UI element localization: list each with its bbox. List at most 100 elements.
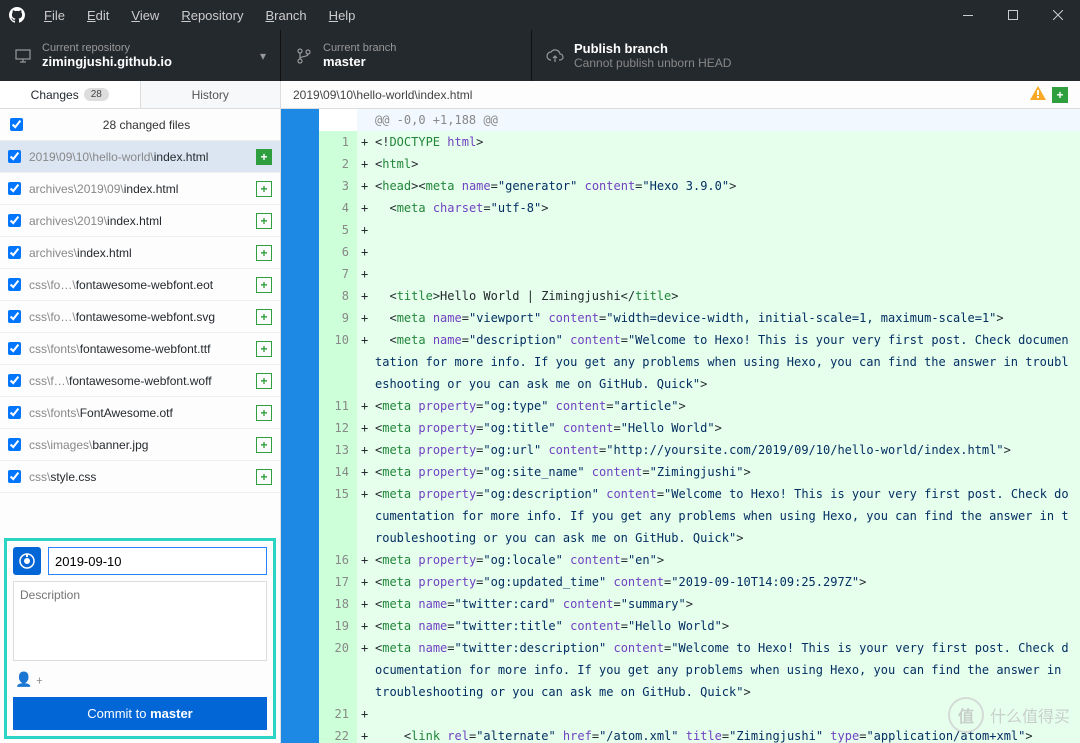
code-line: 6+ <box>281 241 1080 263</box>
tab-changes[interactable]: Changes28 <box>0 81 141 108</box>
code-line: 21+ <box>281 703 1080 725</box>
code-line: 7+ <box>281 263 1080 285</box>
commit-button[interactable]: Commit to master <box>13 697 267 730</box>
file-row[interactable]: css\style.css+ <box>0 461 280 493</box>
commit-form: 👤﹢ Commit to master <box>4 538 276 739</box>
file-row[interactable]: css\images\banner.jpg+ <box>0 429 280 461</box>
code-line: 10+ <meta name="description" content="We… <box>281 329 1080 395</box>
code-line: 5+ <box>281 219 1080 241</box>
file-checkbox[interactable] <box>8 150 21 163</box>
commit-description-input[interactable] <box>13 581 267 661</box>
file-row[interactable]: archives\index.html+ <box>0 237 280 269</box>
menu-file[interactable]: File <box>34 4 75 27</box>
menu-edit[interactable]: Edit <box>77 4 119 27</box>
publish-branch-button[interactable]: Publish branchCannot publish unborn HEAD <box>532 30 743 81</box>
file-checkbox[interactable] <box>8 182 21 195</box>
file-row[interactable]: css\fo…\fontawesome-webfont.svg+ <box>0 301 280 333</box>
publish-sub: Cannot publish unborn HEAD <box>574 56 731 70</box>
file-checkbox[interactable] <box>8 374 21 387</box>
toolbar: Current repositoryzimingjushi.github.io … <box>0 30 1080 81</box>
file-path: archives\index.html <box>29 246 256 260</box>
github-logo-icon <box>0 7 34 23</box>
file-row[interactable]: css\f…\fontawesome-webfont.woff+ <box>0 365 280 397</box>
menu-branch[interactable]: Branch <box>255 4 316 27</box>
code-line: 16+<meta property="og:locale" content="e… <box>281 549 1080 571</box>
file-path: css\fonts\FontAwesome.otf <box>29 406 256 420</box>
code-line: 19+<meta name="twitter:title" content="H… <box>281 615 1080 637</box>
changes-header-text: 28 changed files <box>23 118 270 132</box>
branch-label: Current branch <box>323 42 396 54</box>
file-status-icon: + <box>256 277 272 293</box>
close-button[interactable] <box>1035 0 1080 30</box>
cloud-up-icon <box>544 49 566 63</box>
code-line: 3+<head><meta name="generator" content="… <box>281 175 1080 197</box>
file-status-icon: + <box>256 245 272 261</box>
file-checkbox[interactable] <box>8 278 21 291</box>
code-line: 12+<meta property="og:title" content="He… <box>281 417 1080 439</box>
warning-icon[interactable] <box>1030 86 1046 103</box>
changes-header: 28 changed files <box>0 109 280 141</box>
file-status-icon: + <box>256 373 272 389</box>
file-checkbox[interactable] <box>8 342 21 355</box>
diff-file-path: 2019\09\10\hello-world\index.html <box>293 88 472 102</box>
code-line: 1+<!DOCTYPE html> <box>281 131 1080 153</box>
menu-repository[interactable]: Repository <box>171 4 253 27</box>
code-line: 18+<meta name="twitter:card" content="su… <box>281 593 1080 615</box>
file-row[interactable]: css\fo…\fontawesome-webfont.eot+ <box>0 269 280 301</box>
file-checkbox[interactable] <box>8 246 21 259</box>
file-path: archives\2019\09\index.html <box>29 182 256 196</box>
diff-body[interactable]: @@ -0,0 +1,188 @@1+<!DOCTYPE html>2+<htm… <box>281 109 1080 743</box>
sidebar-tabs: Changes28 History <box>0 81 280 109</box>
file-row[interactable]: archives\2019\09\index.html+ <box>0 173 280 205</box>
file-checkbox[interactable] <box>8 470 21 483</box>
file-status-icon: + <box>256 437 272 453</box>
file-checkbox[interactable] <box>8 310 21 323</box>
code-line: 14+<meta property="og:site_name" content… <box>281 461 1080 483</box>
file-added-icon: + <box>1052 87 1068 103</box>
code-line: 11+<meta property="og:type" content="art… <box>281 395 1080 417</box>
window-controls <box>945 0 1080 30</box>
file-row[interactable]: 2019\09\10\hello-world\index.html+ <box>0 141 280 173</box>
code-line: 9+ <meta name="viewport" content="width=… <box>281 307 1080 329</box>
current-repository-dropdown[interactable]: Current repositoryzimingjushi.github.io … <box>0 30 281 81</box>
code-line: 20+<meta name="twitter:description" cont… <box>281 637 1080 703</box>
file-checkbox[interactable] <box>8 406 21 419</box>
minimize-button[interactable] <box>945 0 990 30</box>
tab-history[interactable]: History <box>141 81 281 108</box>
file-path: css\fo…\fontawesome-webfont.svg <box>29 310 256 324</box>
file-list: 2019\09\10\hello-world\index.html+archiv… <box>0 141 280 493</box>
code-line: 4+ <meta charset="utf-8"> <box>281 197 1080 219</box>
file-path: css\f…\fontawesome-webfont.woff <box>29 374 256 388</box>
chevron-down-icon: ▾ <box>260 49 266 63</box>
file-status-icon: + <box>256 181 272 197</box>
file-row[interactable]: css\fonts\FontAwesome.otf+ <box>0 397 280 429</box>
diff-header: 2019\09\10\hello-world\index.html + <box>281 81 1080 109</box>
branch-value: master <box>323 54 396 69</box>
menu-help[interactable]: Help <box>319 4 366 27</box>
file-status-icon: + <box>256 309 272 325</box>
code-line: 17+<meta property="og:updated_time" cont… <box>281 571 1080 593</box>
code-line: 22+ <link rel="alternate" href="/atom.xm… <box>281 725 1080 743</box>
file-checkbox[interactable] <box>8 438 21 451</box>
add-coauthor-button[interactable]: 👤﹢ <box>13 667 267 691</box>
code-line: 15+<meta property="og:description" conte… <box>281 483 1080 549</box>
file-checkbox[interactable] <box>8 214 21 227</box>
maximize-button[interactable] <box>990 0 1035 30</box>
select-all-checkbox[interactable] <box>10 118 23 131</box>
avatar <box>13 547 41 575</box>
file-status-icon: + <box>256 469 272 485</box>
file-row[interactable]: archives\2019\index.html+ <box>0 205 280 237</box>
menu-view[interactable]: View <box>121 4 169 27</box>
file-row[interactable]: css\fonts\fontawesome-webfont.ttf+ <box>0 333 280 365</box>
code-line: 8+ <title>Hello World | Zimingjushi</tit… <box>281 285 1080 307</box>
commit-summary-input[interactable] <box>48 547 267 575</box>
diff-panel: 2019\09\10\hello-world\index.html + @@ -… <box>281 81 1080 743</box>
file-path: css\fo…\fontawesome-webfont.eot <box>29 278 256 292</box>
file-status-icon: + <box>256 213 272 229</box>
file-path: css\images\banner.jpg <box>29 438 256 452</box>
file-status-icon: + <box>256 405 272 421</box>
file-path: archives\2019\index.html <box>29 214 256 228</box>
file-path: css\fonts\fontawesome-webfont.ttf <box>29 342 256 356</box>
current-branch-dropdown[interactable]: Current branchmaster <box>281 30 532 81</box>
code-line: 13+<meta property="og:url" content="http… <box>281 439 1080 461</box>
